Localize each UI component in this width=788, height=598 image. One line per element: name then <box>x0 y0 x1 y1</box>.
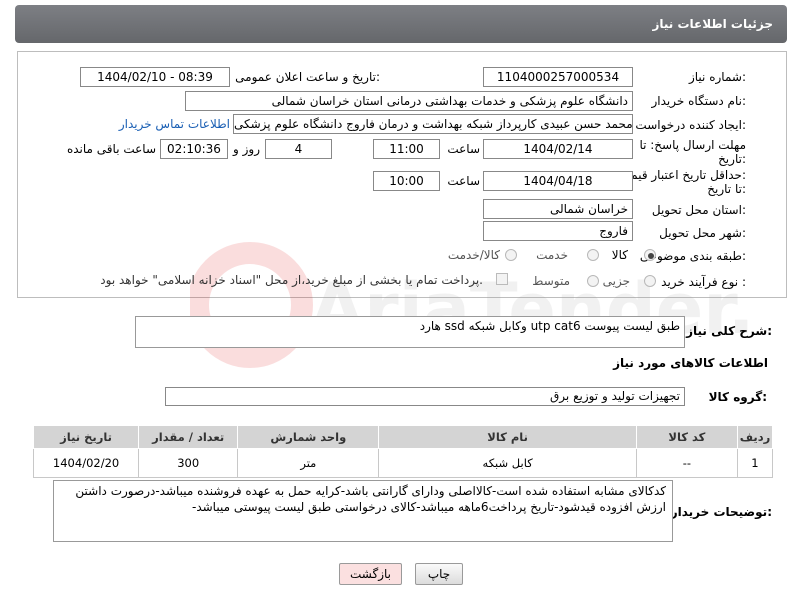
min-price-date-field: 1404/04/18 <box>483 171 633 191</box>
description-textarea[interactable]: هارد ssd وکابل شبکه utp cat6 طبق لیست پی… <box>135 316 685 348</box>
category-service-radio[interactable] <box>587 249 599 261</box>
province-field: خراسان شمالی <box>483 199 633 219</box>
cell-name: کابل شبکه <box>378 448 637 478</box>
min-price-time-label: ساعت <box>447 174 480 188</box>
creator-label: ایجاد کننده درخواست: <box>635 118 746 132</box>
days-label: روز و <box>233 142 260 156</box>
category-goods-label: کالا <box>611 248 628 262</box>
cell-unit: متر <box>237 448 380 478</box>
min-price-label-2: تا تاریخ: <box>707 182 746 196</box>
deadline-date-field: 1404/02/14 <box>483 139 633 159</box>
print-button[interactable]: چاپ <box>415 563 463 585</box>
need-number-field: 1104000257000534 <box>483 67 633 87</box>
city-label: شهر محل تحویل: <box>659 226 746 240</box>
creator-field: محمد حسن عبیدی کارپرداز شبکه بهداشت و در… <box>233 114 633 134</box>
deadline-label-1: مهلت ارسال پاسخ: تا <box>639 138 746 152</box>
category-goods-service-label: کالا/خدمت <box>447 248 500 262</box>
contact-info-link[interactable]: اطلاعات تماس خریدار <box>119 117 230 131</box>
category-goods-service-radio[interactable] <box>505 249 517 261</box>
cell-need-date: 1404/02/20 <box>32 448 140 478</box>
treasury-payment-checkbox[interactable] <box>496 273 508 285</box>
goods-group-label: گروه کالا: <box>708 390 767 404</box>
goods-group-field: تجهیزات تولید و توزیع برق <box>165 387 685 406</box>
purchase-type-label: نوع فرآیند خرید : <box>661 275 746 289</box>
back-button[interactable]: بازگشت <box>339 563 402 585</box>
table-header-row: تاریخ نیاز تعداد / مقدار واحد شمارش نام … <box>32 425 774 449</box>
table-row: 1404/02/20 300 متر کابل شبکه -- 1 <box>32 448 774 478</box>
deadline-label-2: تاریخ: <box>718 152 746 166</box>
col-code: کد کالا <box>635 425 738 449</box>
min-price-label-1: حداقل تاریخ اعتبار قیمت: <box>619 168 746 182</box>
col-need-date: تاریخ نیاز <box>32 425 140 449</box>
page-title: جزئیات اطلاعات نیاز <box>652 17 773 31</box>
cell-row: 1 <box>736 448 774 478</box>
col-quantity: تعداد / مقدار <box>138 425 239 449</box>
col-name: نام کالا <box>378 425 637 449</box>
purchase-partial-radio[interactable] <box>644 275 656 287</box>
purchase-medium-label: متوسط <box>532 274 570 288</box>
cell-quantity: 300 <box>138 448 239 478</box>
buyer-notes-label: توضیحات خریدار: <box>670 505 772 519</box>
province-label: استان محل تحویل: <box>651 203 746 217</box>
buyer-notes-textarea[interactable]: کدکالای مشابه استفاده شده است-کالااصلی و… <box>53 480 673 542</box>
col-row: ردیف <box>736 425 774 449</box>
purchase-partial-label: جزیی <box>602 274 630 288</box>
remaining-time-field: 02:10:36 <box>160 139 228 159</box>
deadline-time-label: ساعت <box>447 142 480 156</box>
goods-section-title: اطلاعات کالاهای مورد نیاز <box>613 356 768 370</box>
cell-code: -- <box>635 448 738 478</box>
min-price-time-field: 10:00 <box>373 171 440 191</box>
announce-label: تاریخ و ساعت اعلان عمومی: <box>235 70 380 84</box>
description-label: شرح کلی نیاز: <box>686 324 772 338</box>
need-number-label: شماره نیاز: <box>688 70 746 84</box>
purchase-medium-radio[interactable] <box>587 275 599 287</box>
days-remaining-field: 4 <box>265 139 332 159</box>
city-field: فاروج <box>483 221 633 241</box>
col-unit: واحد شمارش <box>237 425 380 449</box>
page-header: جزئیات اطلاعات نیاز <box>15 5 787 43</box>
buyer-org-field: دانشگاه علوم پزشکی و خدمات بهداشتی درمان… <box>185 91 633 111</box>
category-service-label: خدمت <box>536 248 568 262</box>
announce-field: 1404/02/10 - 08:39 <box>80 67 230 87</box>
remaining-time-label: ساعت باقی مانده <box>66 142 156 156</box>
deadline-time-field: 11:00 <box>373 139 440 159</box>
treasury-payment-note: پرداخت تمام یا بخشی از مبلغ خرید،از محل … <box>100 273 483 287</box>
buyer-org-label: نام دستگاه خریدار: <box>651 94 747 108</box>
goods-table: تاریخ نیاز تعداد / مقدار واحد شمارش نام … <box>32 425 774 478</box>
category-goods-radio[interactable] <box>644 249 656 261</box>
